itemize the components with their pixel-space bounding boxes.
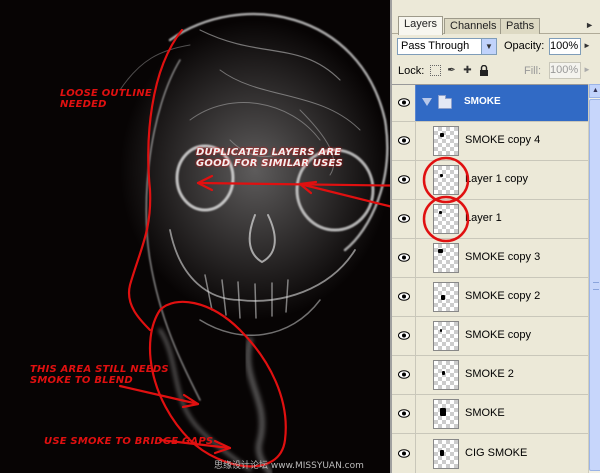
- lock-all-padlock-icon[interactable]: [478, 64, 489, 76]
- tab-paths[interactable]: Paths: [500, 18, 541, 34]
- panel-tabs: Layers Channels Paths ►: [392, 0, 600, 35]
- tab-layers[interactable]: Layers: [398, 16, 444, 35]
- scroll-grip: [593, 282, 599, 290]
- chevron-down-icon[interactable]: ▼: [481, 39, 496, 54]
- thumbnail-highlight-circles: [422, 156, 470, 243]
- fill-input[interactable]: 100%: [549, 62, 581, 79]
- visibility-cell: [392, 395, 416, 433]
- layer-thumbnail: [433, 321, 459, 351]
- fill-slider-arrow-icon[interactable]: ►: [583, 65, 591, 74]
- blend-row: Pass Through ▼ Opacity: 100% ►: [392, 36, 600, 58]
- fill-label: Fill:: [524, 65, 542, 77]
- opacity-label: Opacity:: [504, 40, 545, 52]
- area-arrow: [118, 384, 200, 406]
- eye-icon[interactable]: [398, 448, 410, 458]
- layer-name: SMOKE copy 2: [465, 290, 541, 302]
- layer-row[interactable]: CIG SMOKE: [392, 434, 588, 473]
- panel-menu-icon[interactable]: ►: [585, 20, 594, 30]
- visibility-cell: [392, 356, 416, 394]
- visibility-cell: [392, 317, 416, 355]
- opacity-slider-arrow-icon[interactable]: ►: [583, 41, 591, 50]
- scroll-thumb[interactable]: [589, 99, 600, 471]
- layer-row[interactable]: SMOKE copy: [392, 317, 588, 356]
- layers-panel: Layers Channels Paths ► Pass Through ▼ O…: [390, 0, 600, 473]
- eye-icon[interactable]: [398, 370, 410, 379]
- layer-row[interactable]: SMOKE 2: [392, 356, 588, 395]
- blend-mode-select[interactable]: Pass Through ▼: [397, 38, 497, 55]
- annotation-bridge-gaps: USE SMOKE TO BRIDGE GAPS: [44, 436, 214, 447]
- eye-icon[interactable]: [398, 331, 410, 340]
- eye-icon[interactable]: [398, 292, 410, 301]
- layer-name: SMOKE 2: [465, 368, 514, 380]
- lock-label: Lock:: [398, 65, 425, 77]
- layer-name: CIG SMOKE: [465, 446, 528, 459]
- layer-list-scrollbar[interactable]: ▲: [588, 84, 600, 473]
- skull-smoke: [119, 12, 390, 473]
- lock-image-pixels-brush-icon[interactable]: ✒: [446, 65, 457, 76]
- layer-thumbnail: [433, 399, 459, 429]
- annotation-duplicated-layers: DUPLICATED LAYERS ARE GOOD FOR SIMILAR U…: [196, 147, 343, 169]
- lock-transparent-pixels-icon[interactable]: [430, 65, 441, 76]
- eye-icon[interactable]: [398, 409, 410, 418]
- document-canvas[interactable]: LOOSE OUTLINE NEEDED DUPLICATED LAYERS A…: [0, 0, 390, 473]
- annotation-area-needs-smoke: THIS AREA STILL NEEDS SMOKE TO BLEND: [30, 364, 169, 386]
- smoke-skull-artwork: [118, 12, 390, 473]
- lock-row: Lock: ✒ ✚ Fill: 100% ►: [392, 60, 600, 82]
- visibility-cell: [392, 434, 416, 473]
- layer-thumbnail: [433, 282, 459, 312]
- layer-name: SMOKE copy: [465, 329, 532, 341]
- opacity-input[interactable]: 100%: [549, 38, 581, 55]
- lock-position-move-icon[interactable]: ✚: [462, 65, 473, 76]
- layer-name: SMOKE: [465, 407, 505, 419]
- layer-row[interactable]: SMOKE: [392, 395, 588, 434]
- annotation-loose-outline: LOOSE OUTLINE NEEDED: [60, 88, 152, 110]
- blend-mode-value: Pass Through: [401, 40, 470, 52]
- scroll-up-arrow-icon[interactable]: ▲: [589, 84, 600, 98]
- layer-thumbnail: [433, 360, 459, 390]
- watermark: 思缘设计论坛 www.MISSYUAN.com: [214, 461, 364, 471]
- tab-channels[interactable]: Channels: [444, 18, 503, 34]
- layer-thumbnail: [433, 438, 459, 469]
